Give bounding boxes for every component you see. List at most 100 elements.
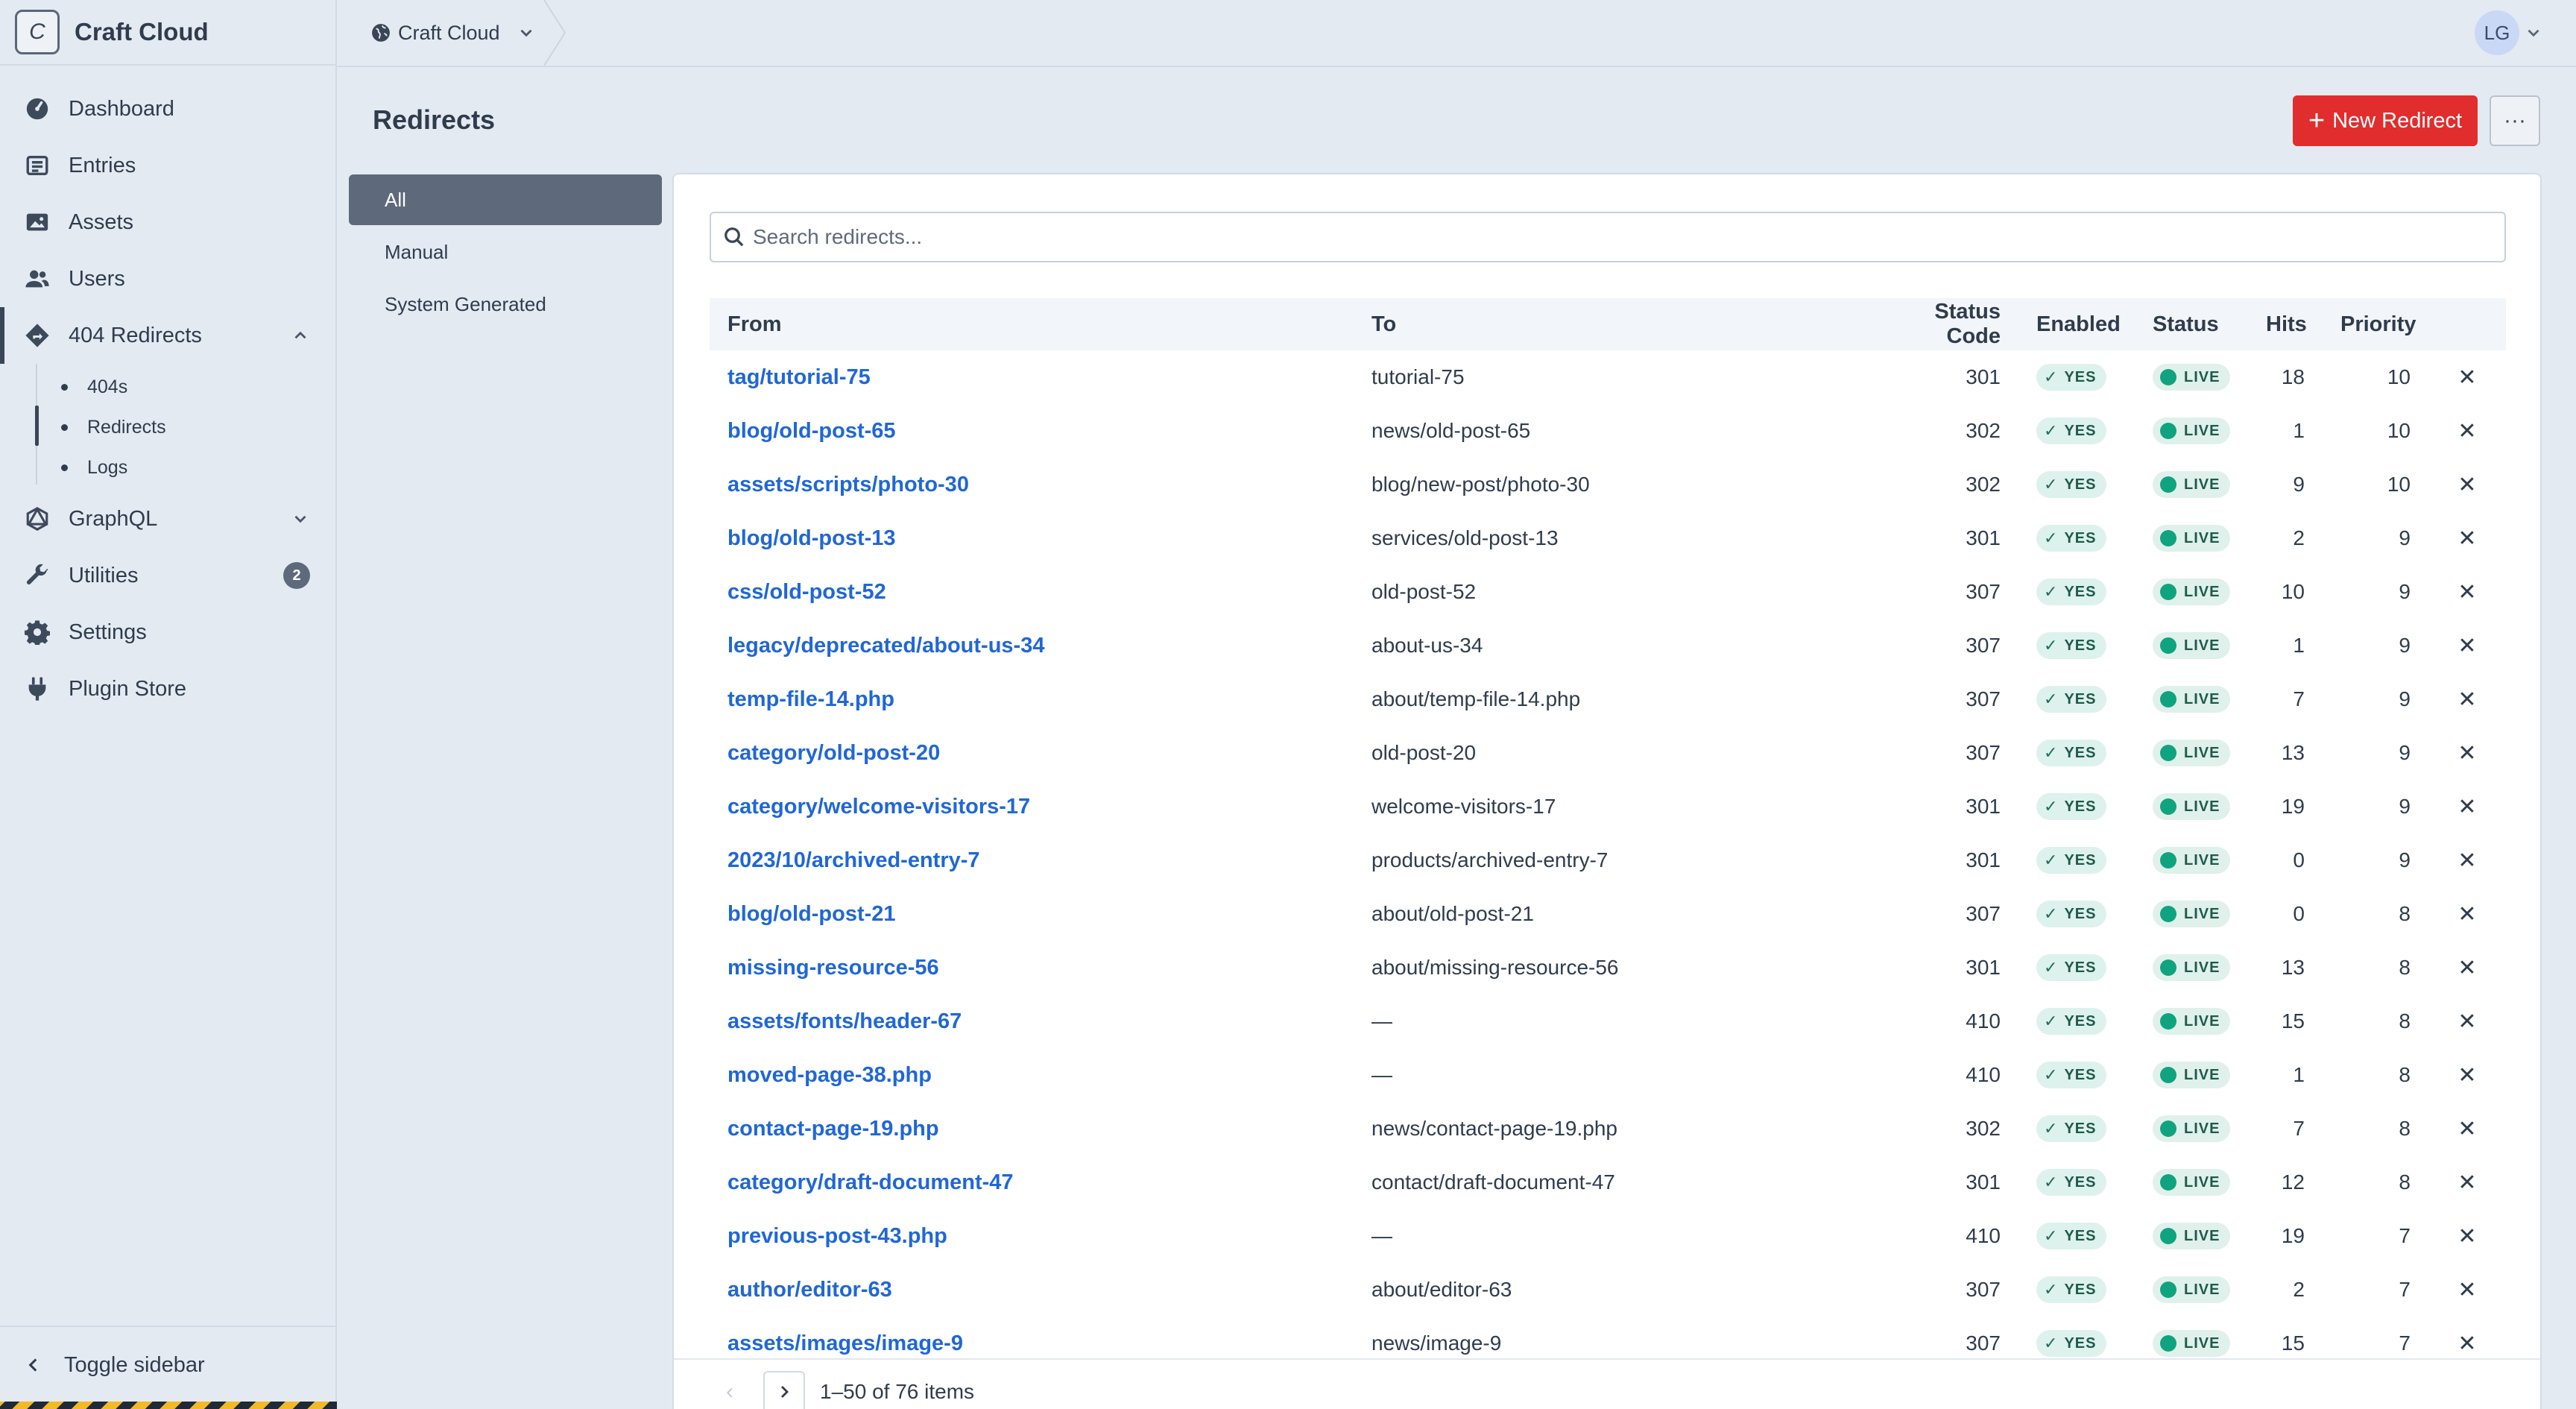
table-row[interactable]: missing-resource-56 about/missing-resourc… xyxy=(710,941,2506,995)
redirect-from-link[interactable]: temp-file-14.php xyxy=(727,687,894,711)
user-menu[interactable]: LG xyxy=(2475,10,2543,55)
next-page-button[interactable] xyxy=(763,1371,805,1409)
delete-redirect-button[interactable]: ✕ xyxy=(2428,1263,2506,1317)
table-row[interactable]: blog/old-post-65 news/old-post-65 302 ✓ YES L… xyxy=(710,404,2506,458)
redirect-from-link[interactable]: category/old-post-20 xyxy=(727,741,940,765)
table-row[interactable]: author/editor-63 about/editor-63 307 ✓ YES LI… xyxy=(710,1263,2506,1317)
column-header-to[interactable]: To xyxy=(1354,298,1865,350)
enabled-badge-label: YES xyxy=(2064,476,2097,493)
cell-status: LIVE xyxy=(2135,672,2248,726)
redirect-from-link[interactable]: missing-resource-56 xyxy=(727,956,939,980)
delete-redirect-button[interactable]: ✕ xyxy=(2428,458,2506,511)
redirect-from-link[interactable]: category/welcome-visitors-17 xyxy=(727,795,1030,819)
delete-redirect-button[interactable]: ✕ xyxy=(2428,941,2506,995)
delete-redirect-button[interactable]: ✕ xyxy=(2428,887,2506,941)
redirect-from-link[interactable]: blog/old-post-21 xyxy=(727,902,896,926)
subnav-item-404s[interactable]: 404s xyxy=(36,367,335,407)
status-badge-label: LIVE xyxy=(2184,851,2220,869)
table-row[interactable]: blog/old-post-13 services/old-post-13 301 ✓… xyxy=(710,511,2506,565)
table-row[interactable]: moved-page-38.php — 410 ✓ YES LIVE 1 8 ✕ xyxy=(710,1048,2506,1102)
table-row[interactable]: assets/fonts/header-67 — 410 ✓ YES LIVE 15 8 ✕ xyxy=(710,995,2506,1048)
brand[interactable]: C Craft Cloud xyxy=(0,0,335,66)
redirect-from-link[interactable]: blog/old-post-13 xyxy=(727,526,896,550)
delete-redirect-button[interactable]: ✕ xyxy=(2428,1048,2506,1102)
table-row[interactable]: blog/old-post-21 about/old-post-21 307 ✓ YES… xyxy=(710,887,2506,941)
toggle-sidebar-button[interactable]: Toggle sidebar xyxy=(0,1326,335,1403)
delete-redirect-button[interactable]: ✕ xyxy=(2428,726,2506,780)
column-header-priority[interactable]: Priority xyxy=(2323,298,2428,350)
delete-redirect-button[interactable]: ✕ xyxy=(2428,619,2506,672)
redirect-from-link[interactable]: blog/old-post-65 xyxy=(727,419,896,443)
column-header-status-code[interactable]: Status Code xyxy=(1865,298,2018,350)
site-switcher[interactable]: Craft Cloud xyxy=(371,0,536,66)
table-row[interactable]: legacy/deprecated/about-us-34 about-us-34… xyxy=(710,619,2506,672)
redirect-from-link[interactable]: 2023/10/archived-entry-7 xyxy=(727,848,980,872)
delete-redirect-button[interactable]: ✕ xyxy=(2428,833,2506,887)
table-row[interactable]: css/old-post-52 old-post-52 307 ✓ YES LIVE 10 9… xyxy=(710,565,2506,619)
source-system-generated[interactable]: System Generated xyxy=(349,279,662,330)
new-redirect-button[interactable]: + New Redirect xyxy=(2293,95,2478,146)
column-header-from[interactable]: From xyxy=(710,298,1354,350)
delete-redirect-button[interactable]: ✕ xyxy=(2428,565,2506,619)
sidebar-item-settings[interactable]: Settings xyxy=(0,604,335,661)
redirect-from-link[interactable]: legacy/deprecated/about-us-34 xyxy=(727,634,1044,658)
column-header-status[interactable]: Status xyxy=(2135,298,2248,350)
close-icon: ✕ xyxy=(2457,1277,2477,1302)
sidebar-item-assets[interactable]: Assets xyxy=(0,194,335,250)
sidebar-item-users[interactable]: Users xyxy=(0,250,335,307)
subnav-item-logs[interactable]: Logs xyxy=(36,447,335,488)
table-row[interactable]: category/draft-document-47 contact/draft-… xyxy=(710,1156,2506,1209)
column-header-enabled[interactable]: Enabled xyxy=(2018,298,2135,350)
redirect-from-link[interactable]: moved-page-38.php xyxy=(727,1063,932,1087)
delete-redirect-button[interactable]: ✕ xyxy=(2428,404,2506,458)
redirect-from-link[interactable]: assets/fonts/header-67 xyxy=(727,1009,962,1033)
table-row[interactable]: 2023/10/archived-entry-7 products/archive… xyxy=(710,833,2506,887)
search-input[interactable] xyxy=(753,225,2467,249)
more-actions-button[interactable]: ··· xyxy=(2490,95,2540,146)
redirect-from-link[interactable]: css/old-post-52 xyxy=(727,580,886,604)
live-dot-icon xyxy=(2160,1335,2176,1352)
sidebar-item-dashboard[interactable]: Dashboard xyxy=(0,81,335,137)
delete-redirect-button[interactable]: ✕ xyxy=(2428,780,2506,833)
chevron-up-icon[interactable] xyxy=(291,326,310,345)
column-header-hits[interactable]: Hits xyxy=(2248,298,2323,350)
sidebar-item-utilities[interactable]: Utilities 2 xyxy=(0,547,335,604)
delete-redirect-button[interactable]: ✕ xyxy=(2428,995,2506,1048)
enabled-badge-label: YES xyxy=(2064,1334,2097,1352)
delete-redirect-button[interactable]: ✕ xyxy=(2428,1156,2506,1209)
delete-redirect-button[interactable]: ✕ xyxy=(2428,1209,2506,1263)
delete-redirect-button[interactable]: ✕ xyxy=(2428,672,2506,726)
delete-redirect-button[interactable]: ✕ xyxy=(2428,1102,2506,1156)
redirect-from-link[interactable]: category/draft-document-47 xyxy=(727,1170,1014,1194)
sidebar-item-404-redirects[interactable]: 404 Redirects xyxy=(0,307,335,364)
redirect-from-link[interactable]: assets/images/image-9 xyxy=(727,1331,963,1355)
toggle-sidebar-label: Toggle sidebar xyxy=(64,1352,205,1377)
search-box[interactable] xyxy=(710,212,2506,262)
delete-redirect-button[interactable]: ✕ xyxy=(2428,511,2506,565)
source-manual[interactable]: Manual xyxy=(349,227,662,277)
cell-status: LIVE xyxy=(2135,995,2248,1048)
table-row[interactable]: contact-page-19.php news/contact-page-19.… xyxy=(710,1102,2506,1156)
subnav-item-redirects[interactable]: Redirects xyxy=(36,407,335,447)
table-row[interactable]: temp-file-14.php about/temp-file-14.php 30… xyxy=(710,672,2506,726)
cell-status: LIVE xyxy=(2135,1102,2248,1156)
source-all[interactable]: All xyxy=(349,174,662,225)
redirect-from-link[interactable]: author/editor-63 xyxy=(727,1278,892,1302)
delete-redirect-button[interactable]: ✕ xyxy=(2428,350,2506,404)
cell-from: moved-page-38.php xyxy=(710,1048,1354,1102)
redirect-from-link[interactable]: previous-post-43.php xyxy=(727,1224,947,1248)
sidebar-item-graphql[interactable]: GraphQL xyxy=(0,491,335,547)
redirect-from-link[interactable]: tag/tutorial-75 xyxy=(727,365,871,389)
sidebar-item-entries[interactable]: Entries xyxy=(0,137,335,194)
chevron-down-icon[interactable] xyxy=(291,509,310,529)
table-row[interactable]: previous-post-43.php — 410 ✓ YES LIVE 19 7 ✕ xyxy=(710,1209,2506,1263)
table-row[interactable]: category/welcome-visitors-17 welcome-visi… xyxy=(710,780,2506,833)
redirect-from-link[interactable]: contact-page-19.php xyxy=(727,1117,939,1141)
table-row[interactable]: tag/tutorial-75 tutorial-75 301 ✓ YES LIVE 18 1… xyxy=(710,350,2506,404)
table-row[interactable]: assets/scripts/photo-30 blog/new-post/pho… xyxy=(710,458,2506,511)
chevron-left-icon[interactable]: ‹ xyxy=(726,1379,748,1405)
redirect-from-link[interactable]: assets/scripts/photo-30 xyxy=(727,473,969,497)
sidebar-item-plugin-store[interactable]: Plugin Store xyxy=(0,661,335,717)
status-badge-label: LIVE xyxy=(2184,1227,2220,1244)
table-row[interactable]: category/old-post-20 old-post-20 307 ✓ YES LI… xyxy=(710,726,2506,780)
